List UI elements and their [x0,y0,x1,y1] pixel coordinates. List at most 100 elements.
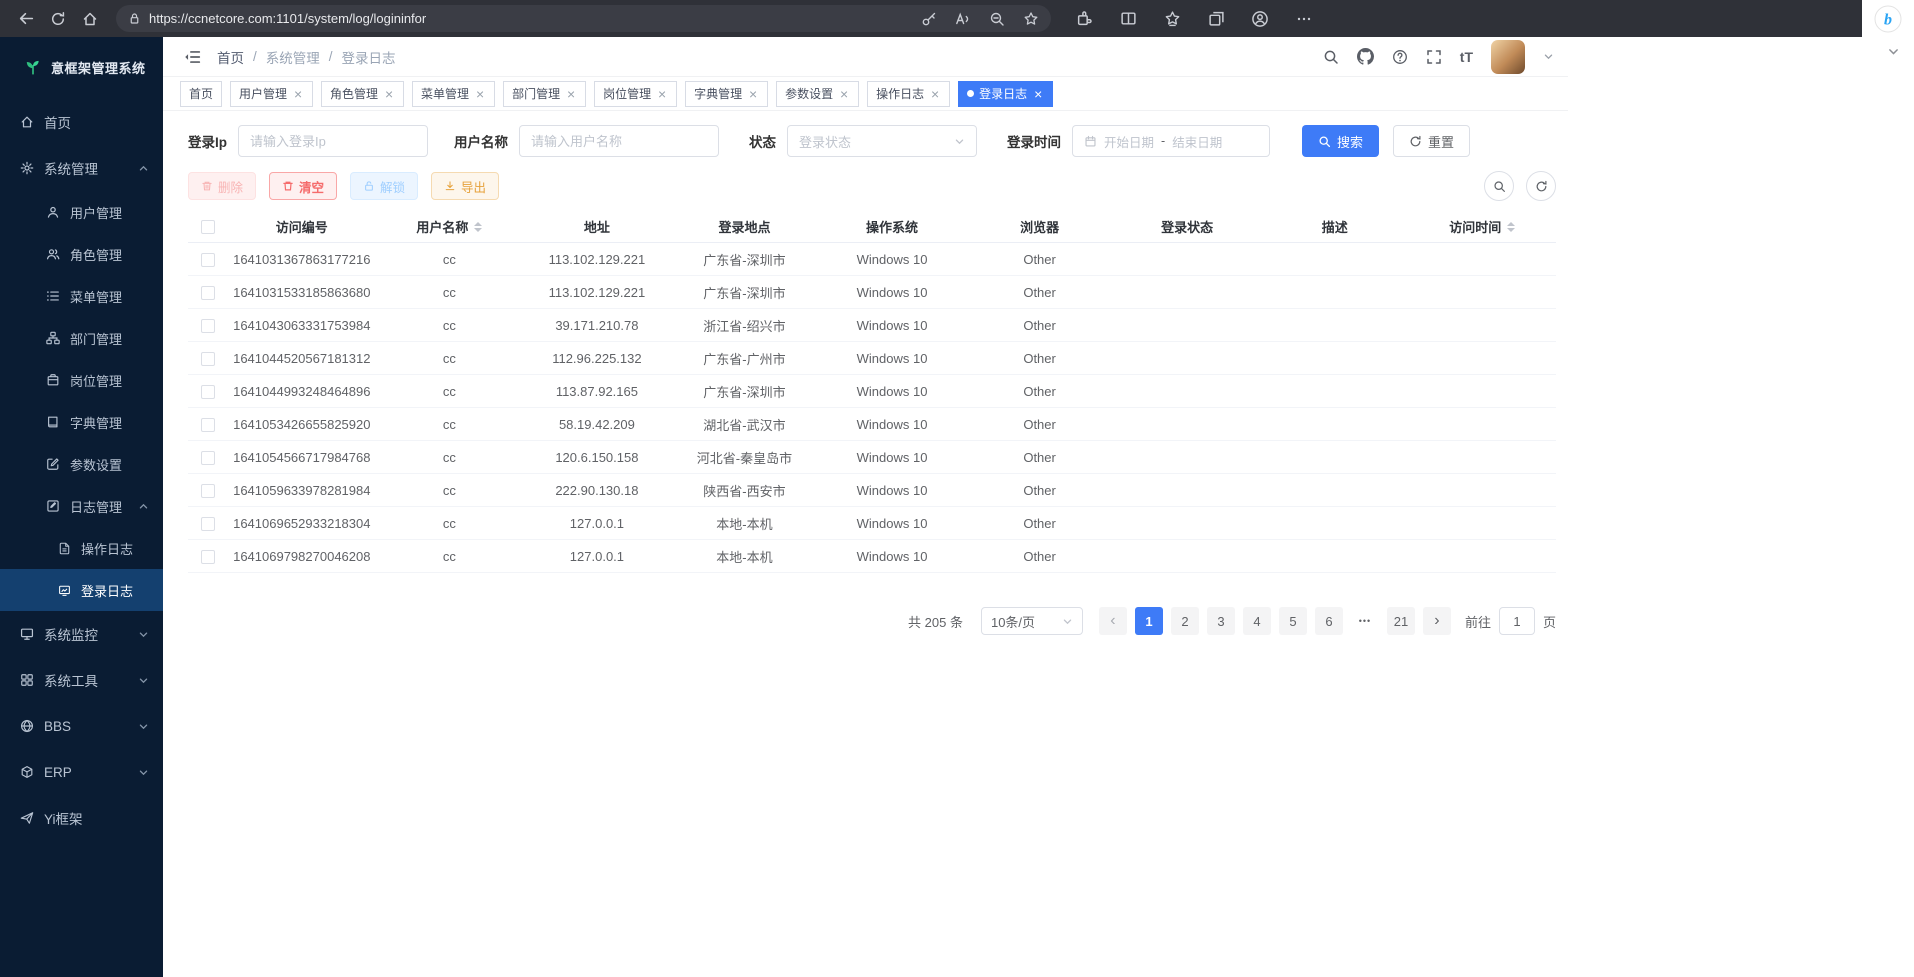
sort-caret-icon[interactable] [1507,222,1515,232]
status-select[interactable]: 登录状态 [787,125,977,157]
table-row[interactable]: 1641044993248464896 cc 113.87.92.165 广东省… [188,375,1556,408]
collections-icon[interactable] [1203,5,1229,33]
tab-dict-mgmt[interactable]: 字典管理 [685,81,768,107]
select-all-checkbox[interactable] [201,220,215,234]
prev-page-button[interactable] [1099,607,1127,635]
row-checkbox[interactable] [201,286,215,300]
font-size-icon[interactable] [1460,49,1473,65]
table-row[interactable]: 1641043063331753984 cc 39.171.210.78 浙江省… [188,309,1556,342]
col-user-name[interactable]: 用户名称 [376,217,524,236]
close-icon[interactable] [656,87,668,101]
sidebar-collapse-icon[interactable] [183,48,201,66]
col-visit-time[interactable]: 访问时间 [1409,217,1557,236]
help-icon[interactable] [1392,49,1408,65]
address-bar[interactable]: https://ccnetcore.com:1101/system/log/lo… [116,5,1051,32]
search-icon[interactable] [1323,49,1339,65]
row-checkbox[interactable] [201,418,215,432]
row-checkbox[interactable] [201,517,215,531]
sidebar-item-bbs[interactable]: BBS [0,703,163,749]
close-icon[interactable] [1032,87,1044,101]
tab-param-settings[interactable]: 参数设置 [776,81,859,107]
sidebar-item-post-mgmt[interactable]: 岗位管理 [0,359,163,401]
user-name-input[interactable] [531,134,707,149]
breadcrumb-section[interactable]: 系统管理 [266,47,320,67]
table-row[interactable]: 1641059633978281984 cc 222.90.130.18 陕西省… [188,474,1556,507]
login-time-range-picker[interactable]: 开始日期 - 结束日期 [1072,125,1270,157]
password-key-icon[interactable] [921,11,937,27]
favorites-bar-icon[interactable] [1159,5,1185,33]
sidebar-item-system-monitor[interactable]: 系统监控 [0,611,163,657]
sidebar-item-param-settings[interactable]: 参数设置 [0,443,163,485]
github-icon[interactable] [1357,48,1374,65]
table-refresh-icon[interactable] [1526,171,1556,201]
page-button-5[interactable]: 5 [1279,607,1307,635]
zoom-out-icon[interactable] [989,11,1005,27]
export-button[interactable]: 导出 [431,172,499,200]
read-aloud-icon[interactable] [955,11,971,27]
sort-caret-icon[interactable] [474,222,482,232]
tab-operation-log[interactable]: 操作日志 [867,81,950,107]
row-checkbox[interactable] [201,550,215,564]
tab-role-mgmt[interactable]: 角色管理 [321,81,404,107]
favorites-star-icon[interactable] [1023,11,1039,27]
table-row[interactable]: 1641031367863177216 cc 113.102.129.221 广… [188,243,1556,276]
page-button-4[interactable]: 4 [1243,607,1271,635]
close-icon[interactable] [929,87,941,101]
tab-user-mgmt[interactable]: 用户管理 [230,81,313,107]
page-button-2[interactable]: 2 [1171,607,1199,635]
row-checkbox[interactable] [201,352,215,366]
delete-button[interactable]: 删除 [188,172,256,200]
sidebar-item-role-mgmt[interactable]: 角色管理 [0,233,163,275]
tab-post-mgmt[interactable]: 岗位管理 [594,81,677,107]
sidebar-item-system-mgmt[interactable]: 系统管理 [0,145,163,191]
page-button-6[interactable]: 6 [1315,607,1343,635]
clear-button[interactable]: 清空 [269,172,337,200]
sidebar-item-erp[interactable]: ERP [0,749,163,795]
sidebar-item-login-log[interactable]: 登录日志 [0,569,163,611]
bing-sidebar-button[interactable]: b [1862,0,1914,37]
reset-button[interactable]: 重置 [1393,125,1470,157]
page-size-select[interactable]: 10条/页 [981,607,1083,635]
table-row[interactable]: 1641069798270046208 cc 127.0.0.1 本地-本机 W… [188,540,1556,573]
tab-login-log[interactable]: 登录日志 [958,81,1053,107]
more-pages-button[interactable]: ••• [1351,607,1379,635]
sidebar-item-system-tools[interactable]: 系统工具 [0,657,163,703]
row-checkbox[interactable] [201,253,215,267]
next-page-button[interactable] [1423,607,1451,635]
row-checkbox[interactable] [201,484,215,498]
browser-refresh-button[interactable] [42,5,74,33]
unlock-button[interactable]: 解锁 [350,172,418,200]
close-icon[interactable] [747,87,759,101]
panel-chevron-down-icon[interactable] [1887,45,1900,58]
split-screen-icon[interactable] [1115,5,1141,33]
browser-home-button[interactable] [74,5,106,33]
goto-page-input[interactable] [1499,607,1535,635]
fullscreen-icon[interactable] [1426,49,1442,65]
user-avatar[interactable] [1491,40,1525,74]
extensions-icon[interactable] [1071,5,1097,33]
row-checkbox[interactable] [201,451,215,465]
browser-more-icon[interactable] [1291,5,1317,33]
table-row[interactable]: 1641031533185863680 cc 113.102.129.221 广… [188,276,1556,309]
row-checkbox[interactable] [201,385,215,399]
table-row[interactable]: 1641054566717984768 cc 120.6.150.158 河北省… [188,441,1556,474]
browser-profile-icon[interactable] [1247,5,1273,33]
close-icon[interactable] [292,87,304,101]
tab-menu-mgmt[interactable]: 菜单管理 [412,81,495,107]
sidebar-item-menu-mgmt[interactable]: 菜单管理 [0,275,163,317]
sidebar-item-yi-framework[interactable]: Yi框架 [0,795,163,841]
login-ip-input[interactable] [250,134,416,149]
sidebar-item-dict-mgmt[interactable]: 字典管理 [0,401,163,443]
page-button-3[interactable]: 3 [1207,607,1235,635]
page-button-last[interactable]: 21 [1387,607,1415,635]
close-icon[interactable] [838,87,850,101]
avatar-caret-down-icon[interactable] [1543,51,1554,62]
close-icon[interactable] [383,87,395,101]
tab-home[interactable]: 首页 [180,81,222,107]
table-row[interactable]: 1641044520567181312 cc 112.96.225.132 广东… [188,342,1556,375]
tab-dept-mgmt[interactable]: 部门管理 [503,81,586,107]
sidebar-item-operation-log[interactable]: 操作日志 [0,527,163,569]
sidebar-item-log-mgmt[interactable]: 日志管理 [0,485,163,527]
table-row[interactable]: 1641053426655825920 cc 58.19.42.209 湖北省-… [188,408,1556,441]
row-checkbox[interactable] [201,319,215,333]
